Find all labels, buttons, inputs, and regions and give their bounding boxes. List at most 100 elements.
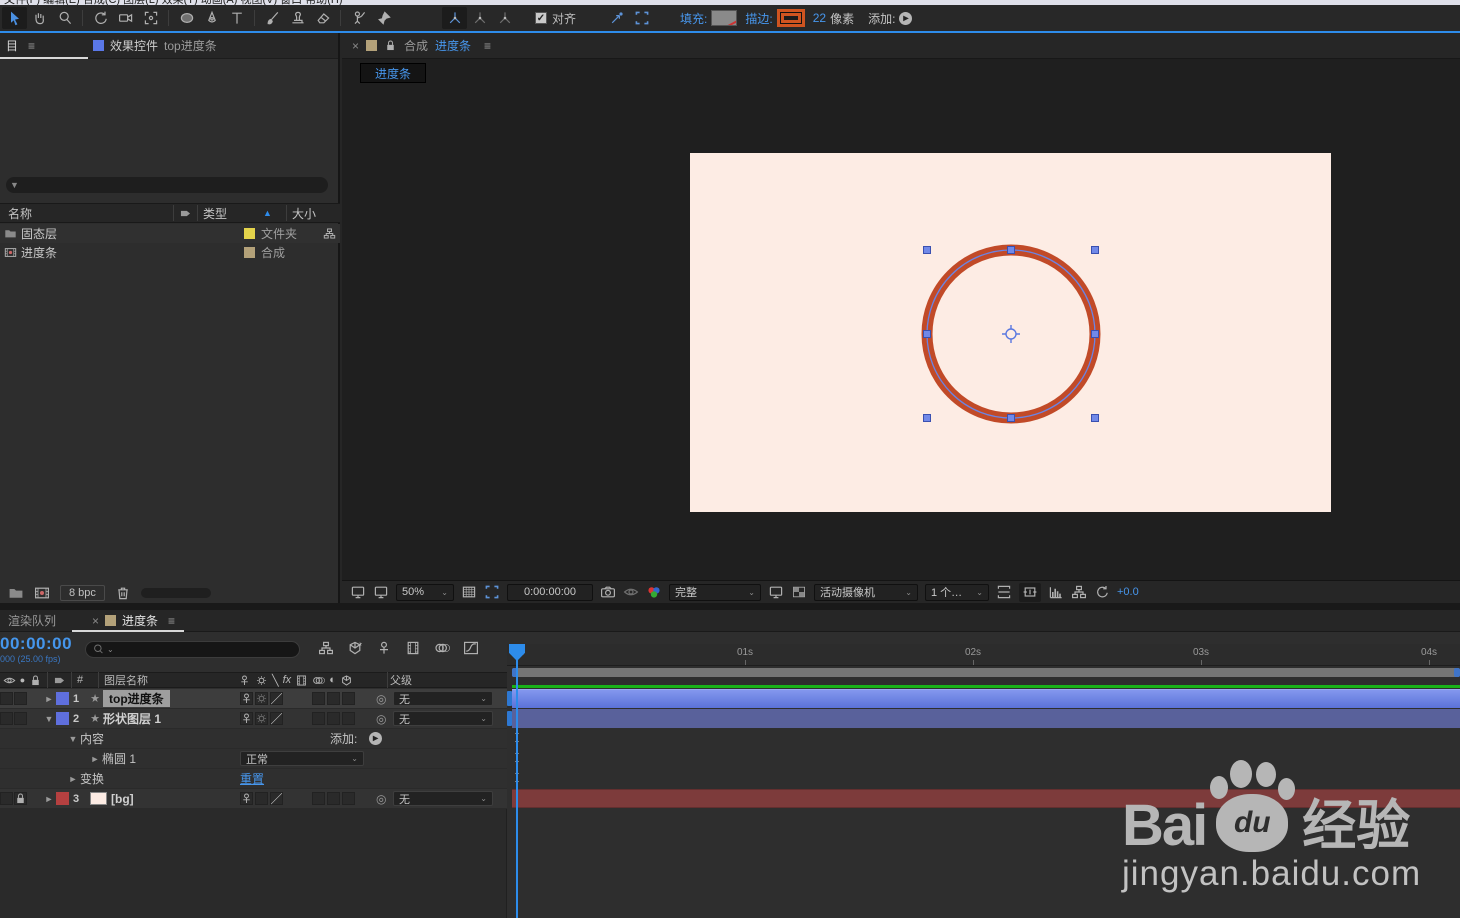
- view-layout-dropdown[interactable]: 1 个… ⌄: [925, 583, 989, 601]
- label-color-yellow[interactable]: [244, 228, 255, 239]
- parent-pickwhip-icon[interactable]: ◎: [376, 712, 386, 726]
- pen-tool-button[interactable]: [199, 7, 224, 29]
- collapse-switch[interactable]: [255, 712, 268, 725]
- switch-cell[interactable]: [327, 792, 340, 805]
- column-parent[interactable]: 父级: [390, 672, 412, 688]
- fast-previews-icon[interactable]: [768, 584, 784, 600]
- collapse-arrow-icon[interactable]: ▼: [42, 714, 56, 724]
- tab-render-queue[interactable]: 渲染队列: [8, 612, 56, 629]
- exposure-value[interactable]: +0.0: [1117, 586, 1139, 598]
- grid-guides-icon[interactable]: [461, 584, 477, 600]
- shy-switch[interactable]: [240, 692, 253, 705]
- switch-cell[interactable]: [312, 712, 325, 725]
- snap-toggle[interactable]: ✓ 对齐: [535, 10, 576, 27]
- snapshot-camera-icon[interactable]: [600, 584, 616, 600]
- switch-cell[interactable]: [312, 792, 325, 805]
- delete-trash-icon[interactable]: [115, 585, 131, 601]
- new-folder-icon[interactable]: [8, 585, 24, 601]
- pixel-aspect-correction-button[interactable]: [1019, 582, 1041, 602]
- magnification-dropdown[interactable]: 50% ⌄: [396, 583, 454, 601]
- column-size[interactable]: 大小: [292, 205, 340, 222]
- solid-color-swatch[interactable]: [90, 792, 107, 805]
- mini-flowchart-icon[interactable]: [1071, 584, 1087, 600]
- snap-bounds-icon[interactable]: [629, 7, 654, 29]
- layer-name[interactable]: [bg]: [111, 792, 134, 806]
- work-area-bar[interactable]: [512, 668, 1460, 677]
- local-axis-mode-button[interactable]: [442, 7, 467, 29]
- project-item-name[interactable]: 固态层: [21, 225, 238, 242]
- world-axis-mode-button[interactable]: [467, 7, 492, 29]
- video-toggle[interactable]: [0, 792, 13, 805]
- audio-toggle[interactable]: [14, 712, 27, 725]
- layer-row-1[interactable]: ► 1 ★ top进度条 ／ ◎ 无 ⌄: [0, 689, 507, 709]
- composition-canvas[interactable]: [690, 153, 1331, 512]
- project-search-strip[interactable]: ▼: [6, 177, 328, 193]
- column-number[interactable]: #: [77, 674, 93, 686]
- contents-label[interactable]: 内容: [80, 730, 104, 747]
- parent-dropdown[interactable]: 无 ⌄: [393, 791, 493, 806]
- shape-tool-button[interactable]: [174, 7, 199, 29]
- lock-toggle[interactable]: [28, 712, 41, 725]
- new-composition-icon[interactable]: [34, 585, 50, 601]
- show-channels-icon[interactable]: [646, 584, 662, 600]
- layer-label-color[interactable]: [56, 692, 69, 705]
- audio-column-icon[interactable]: ●: [16, 675, 29, 685]
- camera-view-dropdown[interactable]: 活动摄像机 ⌄: [814, 583, 918, 601]
- main-viewer-icon[interactable]: [373, 584, 389, 600]
- lock-column-icon[interactable]: [29, 674, 42, 687]
- unlock-icon[interactable]: [384, 39, 397, 52]
- type-tool-button[interactable]: [224, 7, 249, 29]
- parent-pickwhip-icon[interactable]: ◎: [376, 692, 386, 706]
- snap-options-icon[interactable]: [604, 7, 629, 29]
- project-item-progressbar-comp[interactable]: 进度条 合成: [0, 243, 340, 262]
- reset-link[interactable]: 重置: [240, 770, 264, 787]
- parent-pickwhip-icon[interactable]: ◎: [376, 792, 386, 806]
- zoom-tool-button[interactable]: [52, 7, 77, 29]
- switch-cell[interactable]: [342, 692, 355, 705]
- stroke-color-swatch[interactable]: [776, 9, 805, 27]
- collapse-switch[interactable]: [255, 792, 268, 805]
- tab-effect-controls[interactable]: 效果控件: [110, 37, 158, 54]
- hand-tool-button[interactable]: [27, 7, 52, 29]
- switch-cell[interactable]: [342, 712, 355, 725]
- add-shape-button[interactable]: ▸: [899, 11, 913, 25]
- always-preview-icon[interactable]: [350, 584, 366, 600]
- project-item-solids-folder[interactable]: 固态层 文件夹: [0, 224, 340, 243]
- project-tab-menu-icon[interactable]: ≡: [28, 39, 35, 53]
- switch-cell[interactable]: [312, 692, 325, 705]
- layer-row-2[interactable]: ▼ 2 ★ 形状图层 1 ／ ◎ 无 ⌄: [0, 709, 507, 729]
- comp-viewer-tab[interactable]: 进度条: [360, 63, 427, 83]
- footer-scrollbar[interactable]: [140, 588, 211, 598]
- transparency-grid-icon[interactable]: [791, 584, 807, 600]
- goal-guides-icon[interactable]: [996, 584, 1012, 600]
- show-snapshot-eye-icon[interactable]: [623, 584, 639, 600]
- composition-panel-comp-name[interactable]: 进度条: [435, 37, 471, 54]
- clone-stamp-tool-button[interactable]: [285, 7, 310, 29]
- quality-switch[interactable]: ／: [270, 792, 283, 806]
- label-column-tag-icon[interactable]: [179, 207, 192, 220]
- hide-shy-layers-icon[interactable]: [376, 640, 392, 656]
- pan-behind-tool-button[interactable]: [138, 7, 163, 29]
- collapse-switch[interactable]: [255, 692, 268, 705]
- fill-color-swatch[interactable]: [711, 10, 738, 26]
- frame-blending-icon[interactable]: [405, 640, 421, 656]
- layer-name[interactable]: 形状图层 1: [103, 710, 161, 727]
- timeline-tab-menu-icon[interactable]: ≡: [168, 614, 175, 628]
- resolution-dropdown[interactable]: 完整 ⌄: [669, 583, 761, 601]
- parent-dropdown[interactable]: 无 ⌄: [393, 691, 493, 706]
- close-tab-icon[interactable]: ×: [352, 39, 359, 53]
- motion-blur-switch-icon[interactable]: [312, 674, 325, 687]
- composition-mini-flowchart-icon[interactable]: [318, 640, 334, 656]
- consolidate-icon[interactable]: [323, 227, 336, 240]
- stroke-label[interactable]: 描边:: [745, 10, 772, 27]
- column-name[interactable]: 名称: [0, 205, 168, 222]
- lock-toggle[interactable]: [28, 692, 41, 705]
- stroke-width-value[interactable]: 22: [813, 11, 826, 25]
- expand-arrow-icon[interactable]: ►: [66, 774, 80, 784]
- lock-toggle[interactable]: [14, 792, 27, 805]
- video-column-eye-icon[interactable]: [3, 674, 16, 687]
- layer-1-in-point[interactable]: [507, 691, 512, 706]
- video-toggle[interactable]: [0, 692, 13, 705]
- reset-exposure-icon[interactable]: [1094, 584, 1110, 600]
- draft-3d-icon[interactable]: [347, 640, 363, 656]
